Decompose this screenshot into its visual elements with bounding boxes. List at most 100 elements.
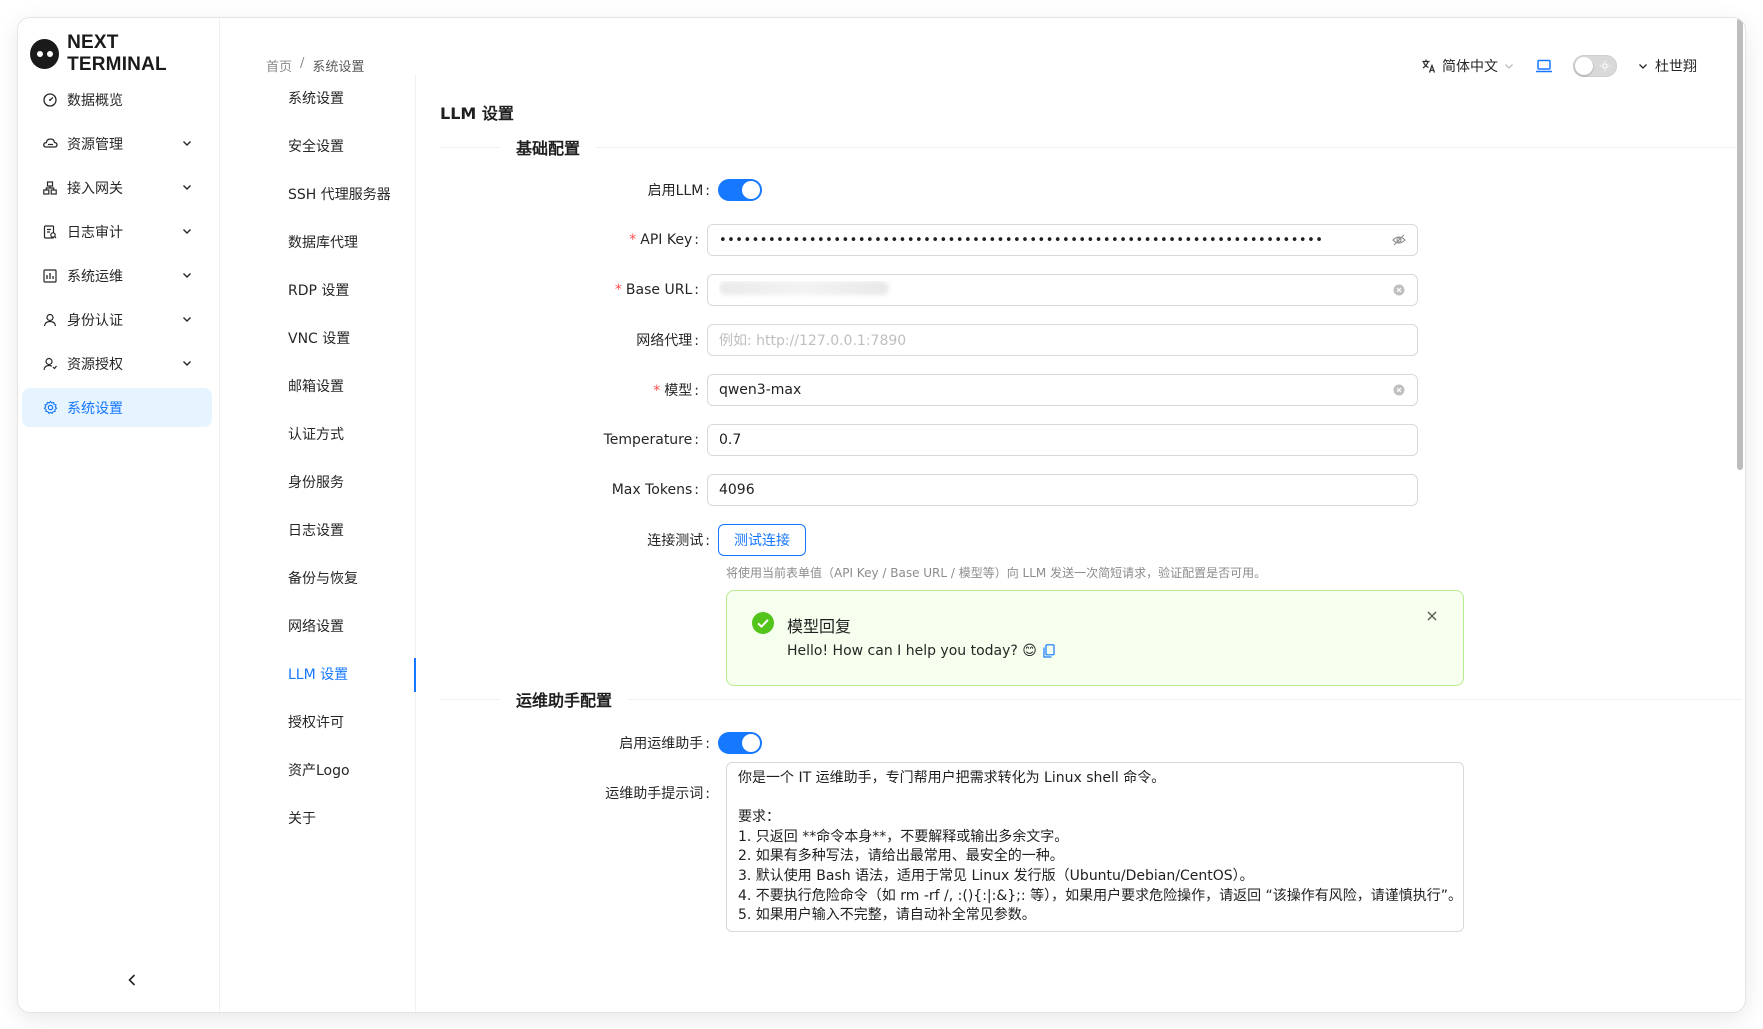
form-label: 网络代理:	[636, 333, 699, 349]
sidebar-item-audit[interactable]: 日志审计	[22, 212, 212, 251]
form-label: Max Tokens:	[611, 482, 699, 498]
section-title-basic: 基础配置	[516, 139, 581, 158]
prompt-line	[738, 789, 1452, 809]
laptop-icon[interactable]	[1535, 58, 1553, 74]
sidebar-item-resources[interactable]: 资源管理	[22, 124, 212, 163]
sidebar-item-ops[interactable]: 系统运维	[22, 256, 212, 295]
form-label: 启用运维助手:	[619, 736, 710, 752]
brand: NEXT TERMINAL	[30, 32, 219, 76]
enable-llm-switch[interactable]	[718, 179, 762, 201]
sidebar-item-identity[interactable]: 身份认证	[22, 300, 212, 339]
sidebar-item-label: 资源授权	[67, 356, 123, 373]
alert-message-text: Hello! How can I help you today? 😊	[787, 643, 1037, 659]
submenu-item-db-proxy[interactable]: 数据库代理	[220, 218, 415, 266]
prompt-line: 1. 只返回 **命令本身**，不要解释或输出多余文字。	[738, 828, 1069, 845]
chevron-down-icon	[183, 361, 191, 366]
submenu-item-log[interactable]: 日志设置	[220, 506, 415, 554]
submenu-item-system[interactable]: 系统设置	[220, 74, 415, 122]
chevron-down-icon	[1639, 64, 1647, 69]
sidebar-item-label: 接入网关	[67, 180, 123, 197]
alert-message: Hello! How can I help you today? 😊	[787, 643, 1055, 659]
sidebar-item-label: 系统设置	[67, 400, 123, 417]
submenu-item-identity-service[interactable]: 身份服务	[220, 458, 415, 506]
settings-submenu: 系统设置 安全设置 SSH 代理服务器 数据库代理 RDP 设置 VNC 设置 …	[220, 74, 416, 1012]
form-row-base-url: * Base URL:	[418, 274, 1418, 306]
brand-logo-icon	[30, 39, 60, 69]
model-input[interactable]: qwen3-max	[706, 374, 1418, 406]
close-icon[interactable]	[1425, 609, 1439, 623]
form-label: * API Key:	[629, 232, 699, 248]
page-scrollbar[interactable]	[1737, 18, 1743, 470]
user-menu[interactable]: 杜世翔	[1637, 56, 1697, 76]
sidebar-item-label: 数据概览	[67, 92, 123, 109]
temperature-input[interactable]: 0.7	[706, 424, 1418, 456]
prompt-line: 4. 不要执行危险命令（如 rm -rf /, :(){:|:&};: 等），如…	[738, 887, 1463, 904]
form-row-connection-test: 连接测试: 测试连接	[418, 524, 1418, 556]
dashboard-icon	[42, 92, 58, 108]
clear-icon[interactable]	[1392, 383, 1406, 397]
submenu-item-mail[interactable]: 邮箱设置	[220, 362, 415, 410]
gateway-icon	[42, 180, 58, 196]
sidebar-item-label: 系统运维	[67, 268, 123, 285]
prompt-line: 要求：	[738, 809, 780, 826]
submenu-item-about[interactable]: 关于	[220, 794, 415, 842]
chevron-down-icon	[1505, 64, 1513, 69]
sidebar-item-gateway[interactable]: 接入网关	[22, 168, 212, 207]
form-label: 运维助手提示词:	[605, 786, 710, 802]
audit-icon	[42, 224, 58, 240]
submenu-item-network[interactable]: 网络设置	[220, 602, 415, 650]
sidebar-item-label: 日志审计	[67, 224, 123, 241]
form-row-enable-llm: 启用LLM:	[418, 174, 1418, 206]
user-icon	[42, 312, 58, 328]
submenu-item-auth-methods[interactable]: 认证方式	[220, 410, 415, 458]
clear-icon[interactable]	[1392, 283, 1406, 297]
sidebar-item-authorization[interactable]: 资源授权	[22, 344, 212, 383]
max-tokens-value: 4096	[718, 482, 755, 498]
form-row-enable-assistant: 启用运维助手:	[418, 727, 1418, 759]
sidebar-item-dashboard[interactable]: 数据概览	[22, 80, 212, 119]
submenu-item-vnc[interactable]: VNC 设置	[220, 314, 415, 362]
max-tokens-input[interactable]: 4096	[706, 474, 1418, 506]
language-select[interactable]: 简体中文	[1421, 56, 1515, 76]
chevron-down-icon	[183, 141, 191, 146]
user-auth-icon	[42, 356, 58, 372]
breadcrumb-separator: /	[300, 56, 305, 71]
model-reply-alert: 模型回复 Hello! How can I help you today? 😊	[726, 590, 1464, 686]
sidebar-item-label: 身份认证	[67, 312, 123, 329]
sidebar: NEXT TERMINAL 数据概览 资源管理 接入网关 日志审计 系统运维 身…	[18, 18, 220, 1012]
settings-content: LLM 设置 基础配置 启用LLM: * API Key: •••••••••••…	[418, 74, 1745, 1012]
assistant-prompt-textarea[interactable]: 你是一个 IT 运维助手，专门帮用户把需求转化为 Linux shell 命令。…	[726, 762, 1464, 932]
submenu-item-security[interactable]: 安全设置	[220, 122, 415, 170]
proxy-input[interactable]: 例如: http://127.0.0.1:7890	[706, 324, 1418, 356]
submenu-item-rdp[interactable]: RDP 设置	[220, 266, 415, 314]
section-divider-basic: 基础配置	[440, 136, 1742, 158]
api-key-input[interactable]: ••••••••••••••••••••••••••••••••••••••••…	[706, 224, 1418, 256]
theme-toggle-knob	[1575, 57, 1593, 75]
brand-name: NEXT TERMINAL	[67, 32, 167, 75]
app-window: NEXT TERMINAL 数据概览 资源管理 接入网关 日志审计 系统运维 身…	[18, 18, 1745, 1012]
copy-icon[interactable]	[1043, 644, 1055, 658]
base-url-input[interactable]	[706, 274, 1418, 306]
form-row-max-tokens: Max Tokens: 4096	[418, 474, 1418, 506]
connection-test-help: 将使用当前表单值（API Key / Base URL / 模型等）向 LLM …	[726, 566, 1267, 580]
sidebar-item-settings[interactable]: 系统设置	[22, 388, 212, 427]
collapse-sidebar-icon[interactable]	[122, 970, 142, 990]
submenu-item-backup[interactable]: 备份与恢复	[220, 554, 415, 602]
eye-invisible-icon[interactable]	[1392, 233, 1406, 247]
chevron-down-icon	[183, 185, 191, 190]
sun-icon	[1599, 60, 1611, 72]
chevron-down-icon	[183, 317, 191, 322]
test-connection-button[interactable]: 测试连接	[718, 524, 806, 556]
breadcrumb-current: 系统设置	[312, 60, 365, 75]
enable-assistant-switch[interactable]	[718, 732, 762, 754]
prompt-line: 3. 默认使用 Bash 语法，适用于常见 Linux 发行版（Ubuntu/D…	[738, 867, 1254, 884]
alert-title: 模型回复	[787, 617, 852, 636]
form-label: Temperature:	[603, 432, 699, 448]
submenu-item-license[interactable]: 授权许可	[220, 698, 415, 746]
model-value: qwen3-max	[718, 382, 802, 398]
submenu-item-asset-logo[interactable]: 资产Logo	[220, 746, 415, 794]
submenu-item-ssh-proxy[interactable]: SSH 代理服务器	[220, 170, 415, 218]
breadcrumb-home[interactable]: 首页	[266, 56, 292, 75]
submenu-item-llm[interactable]: LLM 设置	[220, 650, 416, 698]
cloud-icon	[42, 136, 58, 152]
